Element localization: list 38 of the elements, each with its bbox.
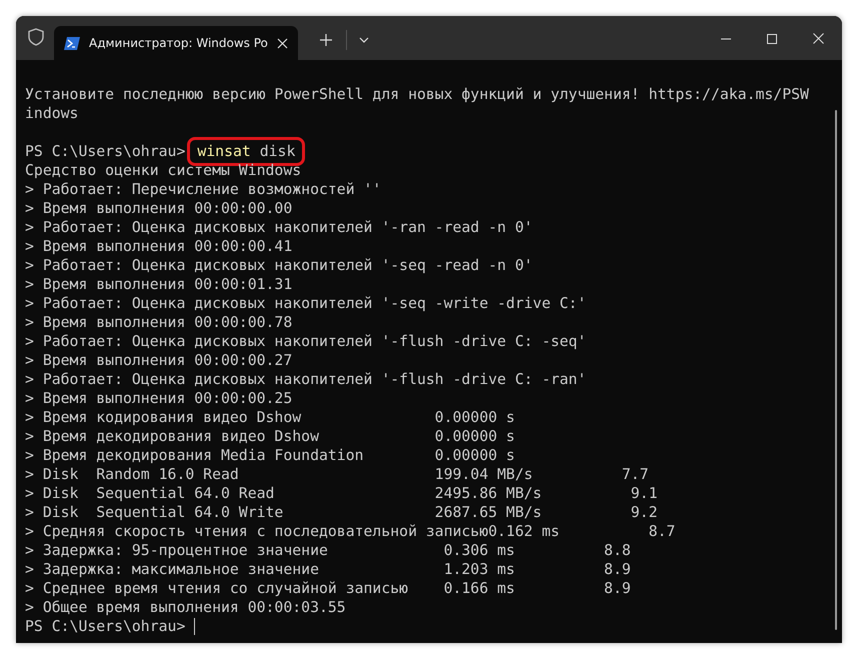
terminal-line: > Средняя скорость чтения с последовательной записью0.162 ms 8.7 — [25, 522, 676, 541]
prompt-text: PS C:\Users\ohrau> — [25, 617, 186, 636]
terminal-line: > Среднее время чтения со случайной записью 0.166 ms 8.9 — [25, 579, 632, 598]
terminal-line: > Работает: Оценка дисковых накопителей '-flush -drive C: -seq' — [25, 332, 588, 351]
text-cursor — [194, 618, 196, 635]
terminal-line: Установите последнюю версию PowerShell для новых функций и улучшения! https://aka.ms/PSW — [25, 85, 810, 104]
prompt-text: PS C:\Users\ohrau> — [25, 142, 186, 161]
terminal-line: > Задержка: 95-процентное значение 0.306 ms 8.8 — [25, 541, 632, 560]
terminal-line: > Disk Random 16.0 Read 199.04 MB/s 7.7 — [25, 465, 650, 484]
tab-title: Администратор: Windows Po — [89, 36, 268, 50]
terminal-line: > Disk Sequential 64.0 Read 2495.86 MB/s 9.1 — [25, 484, 659, 503]
terminal-line: > Время выполнения 00:00:00.00 — [25, 199, 294, 218]
terminal-line: > Работает: Оценка дисковых накопителей '-seq -write -drive C:' — [25, 294, 588, 313]
terminal-line: > Работает: Оценка дисковых накопителей '-seq -read -n 0' — [25, 256, 534, 275]
terminal-line: > Время декодирования видео Dshow 0.00000 s — [25, 427, 516, 446]
terminal-line: > Работает: Оценка дисковых накопителей '-flush -drive C: -ran' — [25, 370, 588, 389]
maximize-icon[interactable] — [767, 34, 777, 44]
terminal-line: > Время выполнения 00:00:00.41 — [25, 237, 294, 256]
terminal-line: > Disk Sequential 64.0 Write 2687.65 MB/s 9.2 — [25, 503, 659, 522]
terminal-line: > Время выполнения 00:00:00.27 — [25, 351, 294, 370]
terminal-line: indows — [25, 104, 80, 123]
close-tab-icon[interactable] — [276, 38, 288, 48]
shield-icon — [28, 28, 44, 46]
close-icon[interactable] — [813, 33, 824, 44]
terminal-line: > Время выполнения 00:00:00.25 — [25, 389, 294, 408]
scrollbar[interactable] — [835, 110, 837, 630]
new-tab-icon[interactable] — [320, 34, 332, 46]
terminal-line: > Время кодирования видео Dshow 0.00000 s — [25, 408, 516, 427]
powershell-icon — [64, 36, 80, 50]
dropdown-icon[interactable] — [358, 37, 369, 43]
terminal-line: > Общее время выполнения 00:00:03.55 — [25, 598, 347, 617]
terminal-line: > Работает: Перечисление возможностей '' — [25, 180, 382, 199]
terminal-line: > Задержка: максимальное значение 1.203 ms 8.9 — [25, 560, 632, 579]
terminal-line: > Время декодирования Media Foundation 0.00000 s — [25, 446, 516, 465]
terminal-line: > Время выполнения 00:00:01.31 — [25, 275, 294, 294]
terminal-line: > Время выполнения 00:00:00.78 — [25, 313, 294, 332]
terminal-tab[interactable]: Администратор: Windows Po — [54, 26, 298, 60]
terminal-line: > Работает: Оценка дисковых накопителей '-ran -read -n 0' — [25, 218, 534, 237]
